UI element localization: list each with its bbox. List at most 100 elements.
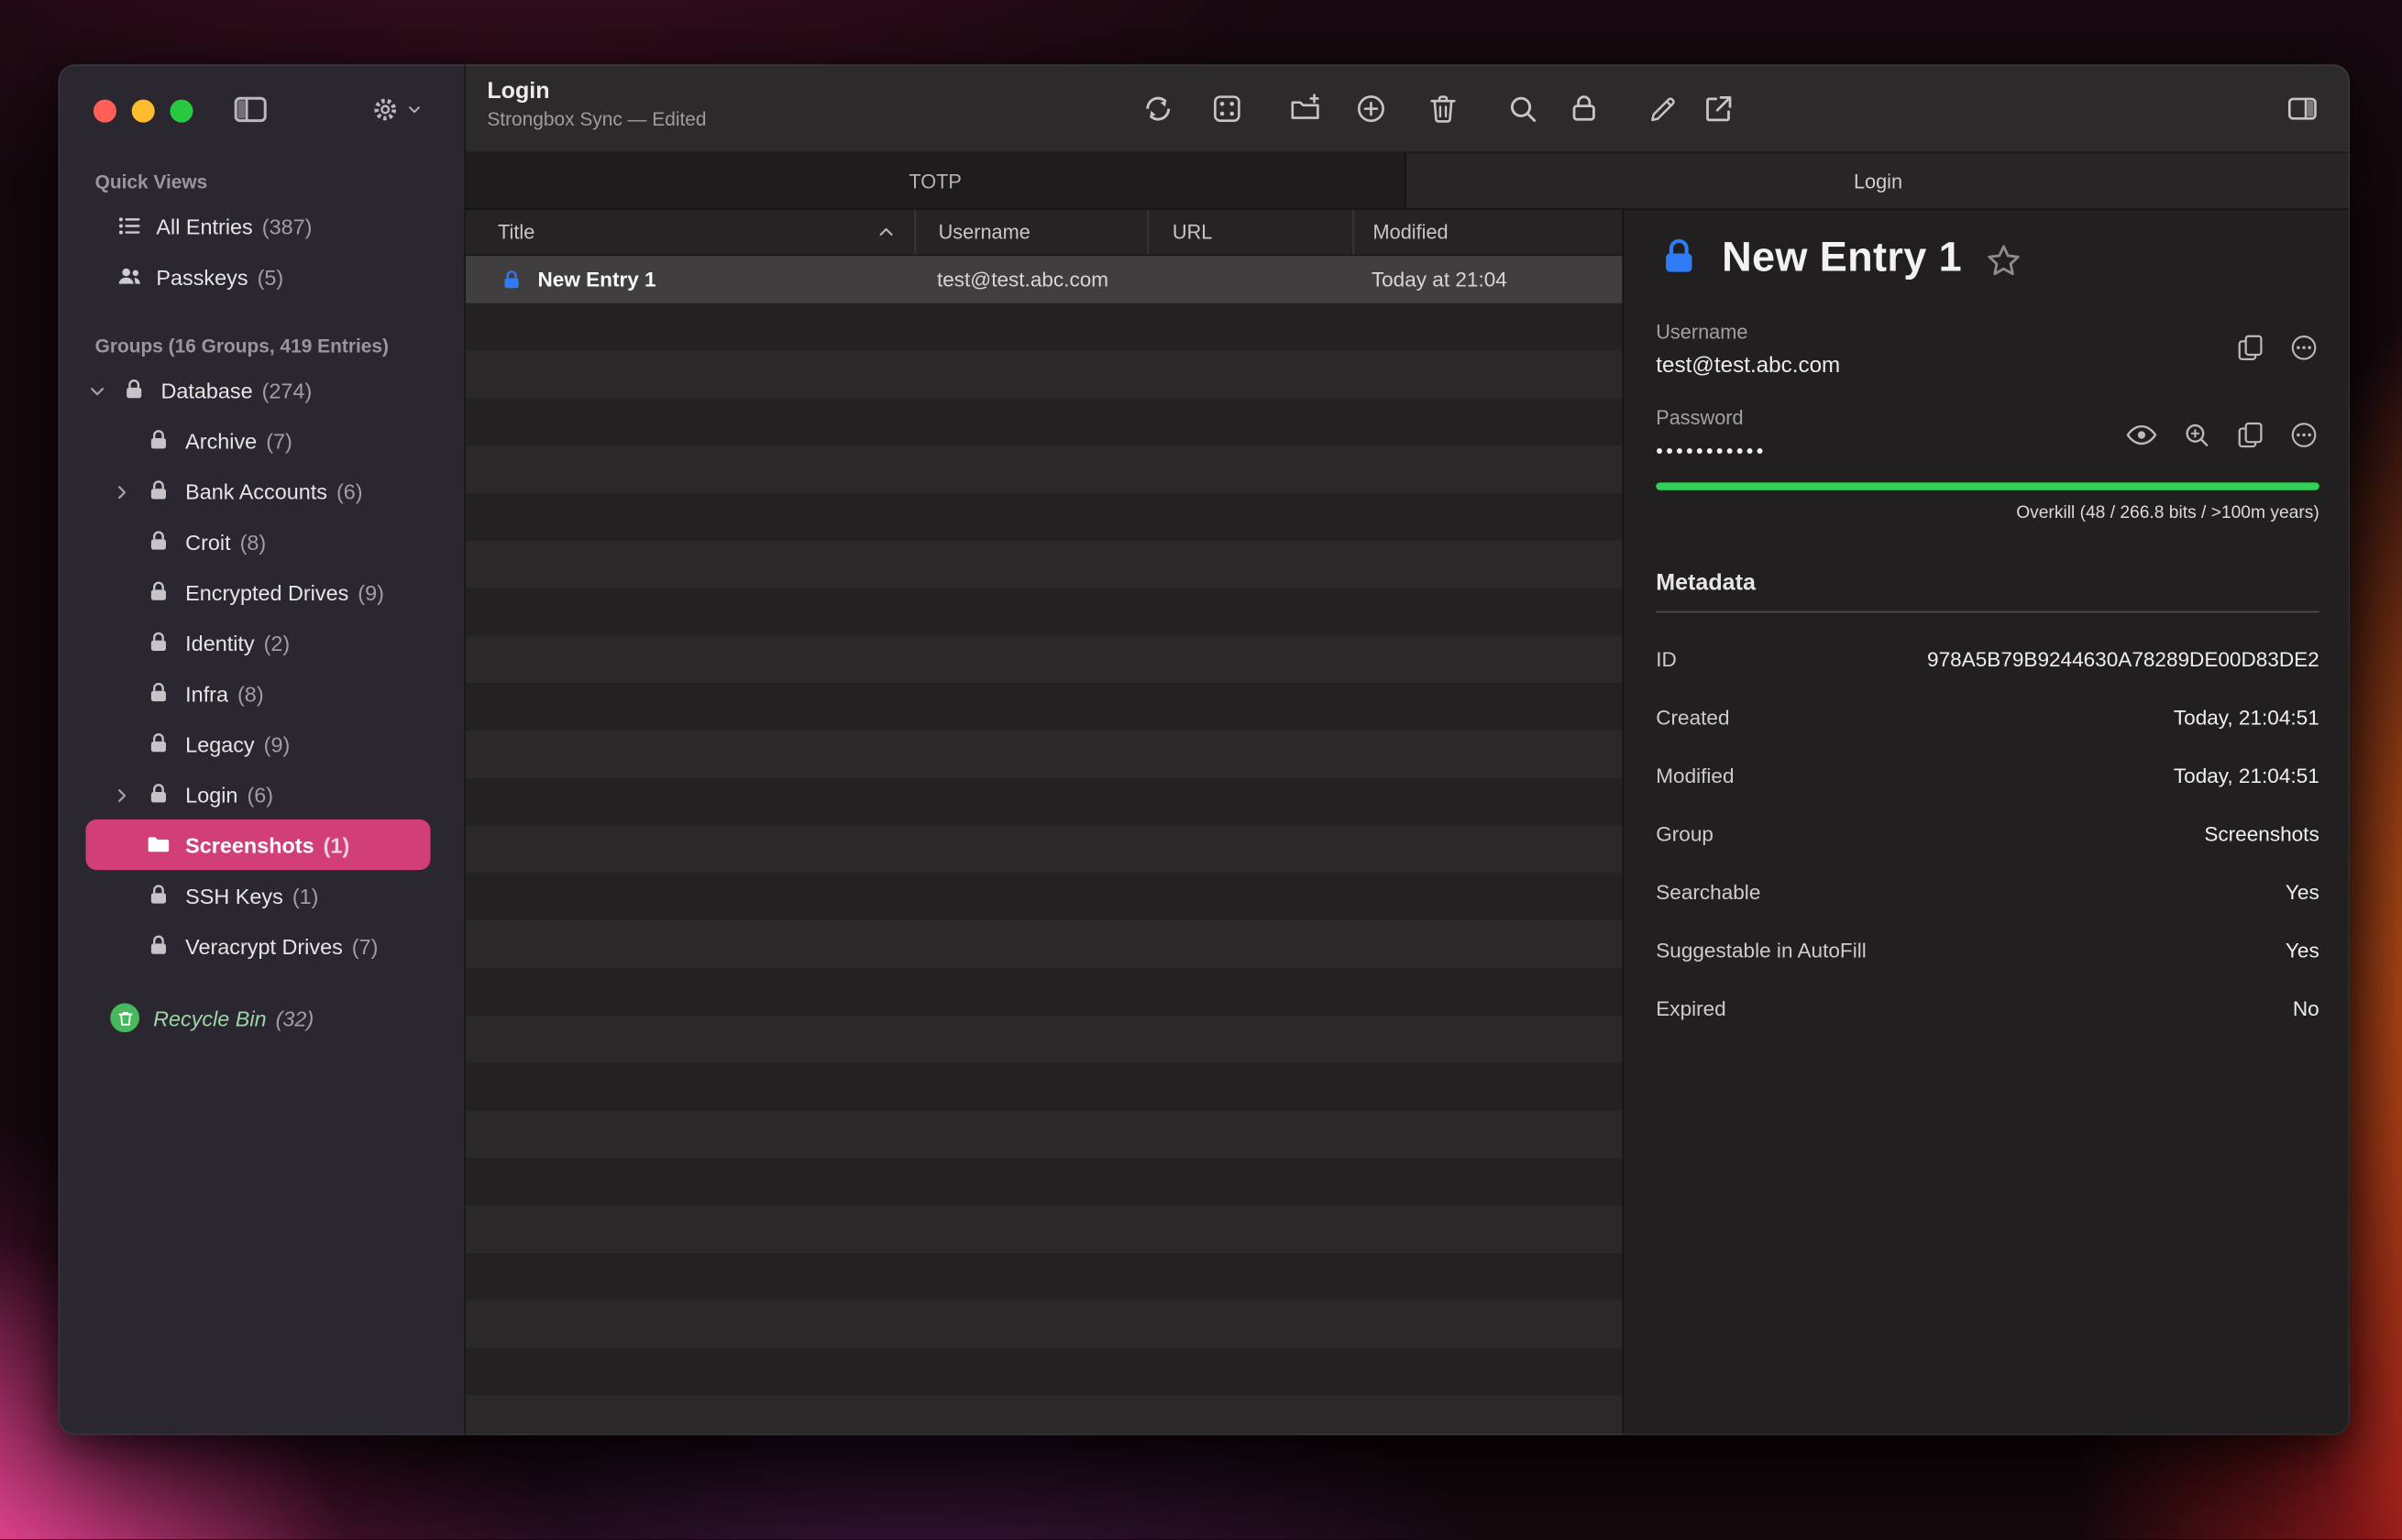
column-header-url[interactable]: URL xyxy=(1148,210,1353,254)
tab-totp[interactable]: TOTP xyxy=(466,153,1406,208)
sidebar-item-bank-accounts[interactable]: Bank Accounts (6) xyxy=(86,466,431,516)
new-entry-button[interactable] xyxy=(1348,86,1394,132)
sidebar-item-all-entries[interactable]: All Entries (387) xyxy=(86,201,431,251)
tab-label: TOTP xyxy=(909,170,962,192)
entry-lock-icon xyxy=(1656,231,1702,283)
sidebar-item-count: (32) xyxy=(276,1006,314,1030)
chevron-slot xyxy=(112,885,133,906)
copy-icon[interactable] xyxy=(2235,333,2265,363)
column-header-username[interactable]: Username xyxy=(914,210,1148,254)
sidebar-item-label: Encrypted Drives xyxy=(185,579,348,604)
dice-icon xyxy=(1210,92,1244,126)
column-label: Title xyxy=(498,221,534,244)
sidebar-titlebar xyxy=(58,64,464,153)
sidebar-item-login[interactable]: Login (6) xyxy=(86,769,431,820)
metadata-value: Today, 21:04:51 xyxy=(2174,764,2319,787)
sync-button[interactable] xyxy=(1135,86,1181,132)
zoom-button[interactable] xyxy=(170,100,193,123)
username-field: Username test@test.abc.com xyxy=(1656,320,2319,378)
password-actions xyxy=(2125,418,2319,452)
toggle-detail-panel-button[interactable] xyxy=(2279,86,2325,132)
quick-views-header: Quick Views xyxy=(95,171,428,192)
sidebar-item-legacy[interactable]: Legacy (9) xyxy=(86,719,431,769)
sidebar-item-database[interactable]: Database (274) xyxy=(86,365,431,415)
sidebar-item-archive[interactable]: Archive (7) xyxy=(86,415,431,466)
traffic-lights xyxy=(94,100,193,123)
sidebar-item-identity[interactable]: Identity (2) xyxy=(86,617,431,667)
metadata-row-searchable: Searchable Yes xyxy=(1656,881,2319,904)
strongbox-window: Quick Views All Entries (387) Passkeys (… xyxy=(58,64,2350,1435)
sidebar-right-icon xyxy=(2286,92,2319,126)
sidebar-item-count: (7) xyxy=(266,428,292,453)
sidebar-item-screenshots[interactable]: Screenshots (1) xyxy=(86,820,431,870)
sidebar-item-label: Bank Accounts xyxy=(185,478,327,503)
lock-icon xyxy=(146,731,171,756)
folder-icon xyxy=(146,831,171,857)
sidebar-item-label: Login xyxy=(185,782,237,807)
chevron-slot xyxy=(112,935,133,956)
ellipsis-menu-icon[interactable] xyxy=(2288,420,2319,450)
toggle-sidebar-button[interactable] xyxy=(226,87,272,130)
open-external-button[interactable] xyxy=(1696,86,1742,132)
new-group-button[interactable] xyxy=(1283,86,1328,132)
entry-lock-icon xyxy=(500,268,524,292)
chevron-right-icon xyxy=(112,481,132,501)
sidebar-item-veracrypt-drives[interactable]: Veracrypt Drives (7) xyxy=(86,920,431,971)
entry-detail-panel: New Entry 1 Username test@test.abc.com P… xyxy=(1624,210,2350,1436)
plus-circle-icon xyxy=(1354,92,1388,126)
cell-modified: Today at 21:04 xyxy=(1353,268,1623,291)
sidebar-item-label: Veracrypt Drives xyxy=(185,933,343,958)
column-header-title[interactable]: Title xyxy=(466,210,914,254)
minimize-button[interactable] xyxy=(132,100,155,123)
chevron-slot[interactable] xyxy=(112,480,133,501)
metadata-value: 978A5B79B9244630A78289DE00D83DE2 xyxy=(1927,648,2319,671)
favorite-star-icon[interactable] xyxy=(1983,240,2022,280)
copy-icon[interactable] xyxy=(2235,420,2265,450)
sidebar-item-recycle-bin[interactable]: Recycle Bin (32) xyxy=(86,993,431,1043)
sidebar-item-label: Screenshots xyxy=(185,832,314,857)
sidebar-item-count: (2) xyxy=(264,631,291,655)
sidebar-item-ssh-keys[interactable]: SSH Keys (1) xyxy=(86,870,431,920)
close-button[interactable] xyxy=(94,100,116,123)
delete-button[interactable] xyxy=(1420,86,1466,132)
lock-icon xyxy=(146,630,171,655)
groups-header: Groups (16 Groups, 419 Entries) xyxy=(95,336,428,357)
empty-rows-area xyxy=(466,303,1623,1436)
password-generator-button[interactable] xyxy=(1204,86,1250,132)
table-row-new-entry-1[interactable]: New Entry 1 test@test.abc.com Today at 2… xyxy=(466,256,1623,303)
lock-icon xyxy=(146,882,171,908)
entry-table-header: Title Username URL Modified xyxy=(466,210,1623,256)
search-icon xyxy=(1505,92,1539,126)
sidebar-item-count: (9) xyxy=(358,579,384,604)
window-subtitle: Strongbox Sync — Edited xyxy=(487,109,706,130)
column-header-modified[interactable]: Modified xyxy=(1353,210,1623,254)
reveal-eye-icon[interactable] xyxy=(2125,418,2159,452)
sidebar-item-label: Croit xyxy=(185,529,230,554)
chevron-slot[interactable] xyxy=(112,784,133,805)
tab-login[interactable]: Login xyxy=(1406,153,2350,208)
database-settings-button[interactable] xyxy=(361,87,429,130)
people-icon xyxy=(116,263,142,289)
metadata-header: Metadata xyxy=(1656,570,2319,613)
metadata-label: Modified xyxy=(1656,764,1734,787)
show-large-icon[interactable] xyxy=(2181,420,2211,450)
gear-icon xyxy=(369,93,401,125)
chevron-down-icon xyxy=(405,100,422,116)
ellipsis-menu-icon[interactable] xyxy=(2288,333,2319,363)
edit-entry-button[interactable] xyxy=(1641,86,1687,132)
metadata-label: Searchable xyxy=(1656,881,1760,904)
sidebar-item-infra[interactable]: Infra (8) xyxy=(86,668,431,719)
sidebar-item-encrypted-drives[interactable]: Encrypted Drives (9) xyxy=(86,566,431,617)
lock-database-button[interactable] xyxy=(1561,86,1607,132)
search-button[interactable] xyxy=(1500,86,1546,132)
sidebar-item-count: (9) xyxy=(264,732,291,756)
chevron-slot xyxy=(112,581,133,602)
chevron-slot[interactable] xyxy=(87,380,108,401)
chevron-slot xyxy=(112,430,133,451)
trash-icon xyxy=(116,1008,134,1027)
sidebar-item-passkeys[interactable]: Passkeys (5) xyxy=(86,251,431,302)
metadata-value: Yes xyxy=(2286,881,2319,904)
metadata-row-modified: Modified Today, 21:04:51 xyxy=(1656,764,2319,787)
sidebar-item-croit[interactable]: Croit (8) xyxy=(86,516,431,566)
metadata-row-created: Created Today, 21:04:51 xyxy=(1656,706,2319,729)
